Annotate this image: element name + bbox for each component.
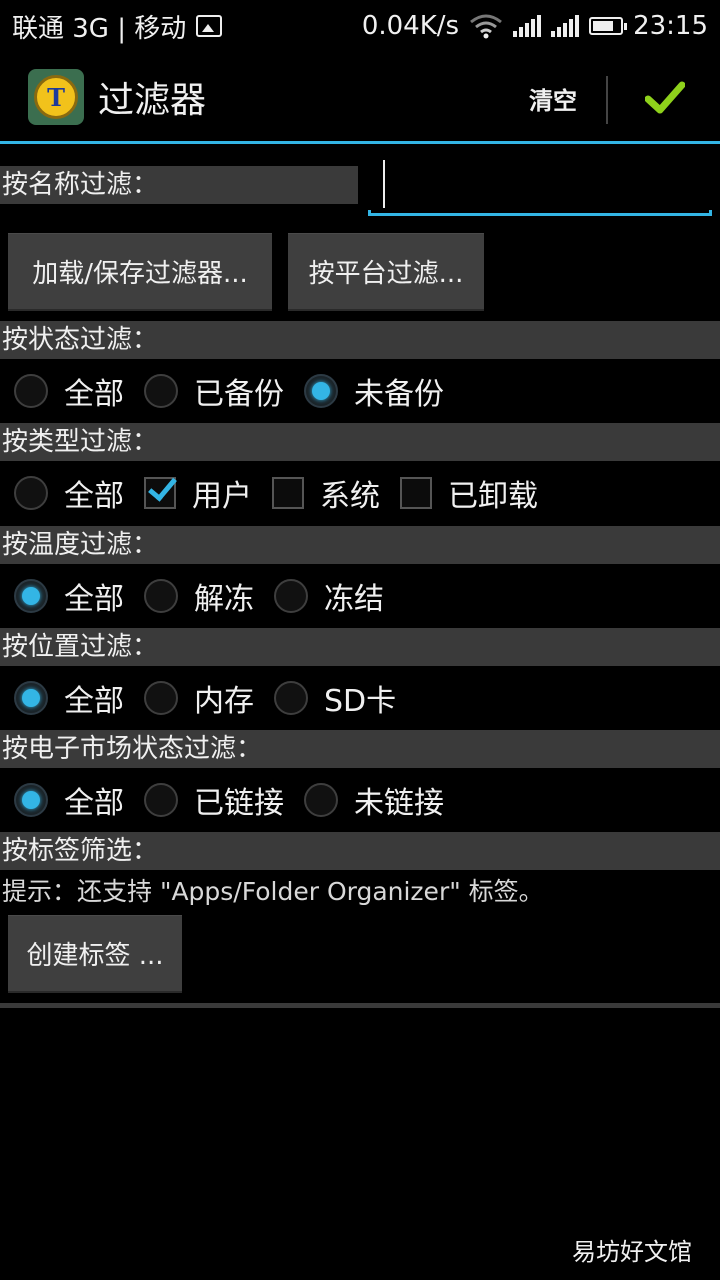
type-all-option[interactable]: 全部: [14, 471, 130, 515]
temp-frozen-radio[interactable]: [274, 579, 308, 613]
location-all-label: 全部: [64, 684, 124, 719]
market-unlinked-option[interactable]: 未链接: [304, 778, 450, 822]
location-filter-header: 按位置过滤：: [0, 628, 720, 666]
name-filter-input[interactable]: [368, 160, 712, 216]
type-filter-options: 全部 用户 系统 已卸载: [0, 461, 720, 525]
name-filter-underline: [368, 210, 712, 216]
battery-icon: [589, 17, 628, 35]
status-backed-up-option[interactable]: 已备份: [144, 369, 290, 413]
type-filter-header: 按类型过滤：: [0, 423, 720, 461]
status-backed-up-label: 已备份: [194, 377, 284, 412]
temp-thawed-radio[interactable]: [144, 579, 178, 613]
temp-thawed-option[interactable]: 解冻: [144, 574, 260, 618]
location-sd-option[interactable]: SD卡: [274, 676, 402, 720]
create-tag-button[interactable]: 创建标签 ...: [8, 915, 182, 993]
wifi-icon: [470, 14, 502, 39]
checkmark-icon: [645, 81, 685, 114]
type-uninstalled-option[interactable]: 已卸载: [400, 471, 544, 515]
market-linked-radio[interactable]: [144, 783, 178, 817]
confirm-button[interactable]: [620, 52, 710, 144]
action-bar: T 过滤器 清空: [0, 52, 720, 144]
status-bar: 联通 3G | 移动 0.04K/s 23:15: [0, 0, 720, 52]
app-logo-icon[interactable]: T: [28, 68, 84, 125]
signal-icon-2: [551, 15, 580, 37]
market-all-label: 全部: [64, 786, 124, 821]
status-not-backed-up-option[interactable]: 未备份: [304, 369, 450, 413]
bottom-divider: [0, 1003, 720, 1008]
location-sd-label: SD卡: [324, 684, 397, 719]
temp-frozen-label: 冻结: [324, 582, 384, 617]
market-linked-label: 已链接: [194, 786, 284, 821]
market-all-option[interactable]: 全部: [14, 778, 130, 822]
status-bar-right: 0.04K/s 23:15: [362, 11, 708, 41]
type-system-option[interactable]: 系统: [272, 471, 386, 515]
image-notification-icon: [196, 15, 223, 37]
temp-thawed-label: 解冻: [194, 582, 254, 617]
status-all-option[interactable]: 全部: [14, 369, 130, 413]
type-system-checkbox[interactable]: [272, 477, 304, 509]
market-unlinked-radio[interactable]: [304, 783, 338, 817]
temp-frozen-option[interactable]: 冻结: [274, 574, 390, 618]
signal-icon-1: [513, 15, 542, 37]
page-title: 过滤器: [98, 79, 207, 121]
market-unlinked-label: 未链接: [354, 786, 444, 821]
temperature-filter-header: 按温度过滤：: [0, 526, 720, 564]
type-system-label: 系统: [320, 479, 380, 514]
type-user-checkbox[interactable]: [144, 477, 176, 509]
load-save-filter-button[interactable]: 加载/保存过滤器...: [8, 233, 272, 311]
status-not-backed-up-radio[interactable]: [304, 374, 338, 408]
market-filter-header: 按电子市场状态过滤：: [0, 730, 720, 768]
location-internal-label: 内存: [194, 684, 254, 719]
status-bar-left: 联通 3G | 移动: [12, 8, 223, 45]
status-all-label: 全部: [64, 377, 124, 412]
text-caret: [383, 160, 385, 208]
temp-all-label: 全部: [64, 582, 124, 617]
status-filter-header: 按状态过滤：: [0, 321, 720, 359]
location-internal-radio[interactable]: [144, 681, 178, 715]
type-user-label: 用户: [192, 479, 252, 514]
type-user-option[interactable]: 用户: [144, 471, 258, 515]
tag-hint-text: 提示：还支持 "Apps/Folder Organizer" 标签。: [2, 877, 544, 906]
clock: 23:15: [633, 11, 708, 41]
status-filter-options: 全部 已备份 未备份: [0, 359, 720, 423]
type-uninstalled-checkbox[interactable]: [400, 477, 432, 509]
location-all-radio[interactable]: [14, 681, 48, 715]
temperature-filter-options: 全部 解冻 冻结: [0, 564, 720, 628]
tag-filter-header: 按标签筛选：: [0, 832, 720, 870]
status-backed-up-radio[interactable]: [144, 374, 178, 408]
watermark-text: 易坊好文馆: [572, 1238, 692, 1266]
location-sd-radio[interactable]: [274, 681, 308, 715]
platform-filter-button[interactable]: 按平台过滤...: [288, 233, 484, 311]
action-divider: [606, 76, 608, 124]
market-all-radio[interactable]: [14, 783, 48, 817]
location-internal-option[interactable]: 内存: [144, 676, 260, 720]
carrier-text: 联通 3G | 移动: [12, 13, 187, 44]
status-all-radio[interactable]: [14, 374, 48, 408]
market-filter-options: 全部 已链接 未链接: [0, 768, 720, 832]
status-not-backed-up-label: 未备份: [354, 377, 444, 412]
type-uninstalled-label: 已卸载: [448, 479, 538, 514]
type-all-radio[interactable]: [14, 476, 48, 510]
name-filter-label: 按名称过滤：: [0, 166, 358, 204]
clear-button[interactable]: 清空: [500, 52, 606, 144]
type-all-label: 全部: [64, 479, 124, 514]
location-filter-options: 全部 内存 SD卡: [0, 666, 720, 730]
location-all-option[interactable]: 全部: [14, 676, 130, 720]
temp-all-option[interactable]: 全部: [14, 574, 130, 618]
market-linked-option[interactable]: 已链接: [144, 778, 290, 822]
temp-all-radio[interactable]: [14, 579, 48, 613]
network-speed: 0.04K/s: [361, 11, 460, 41]
